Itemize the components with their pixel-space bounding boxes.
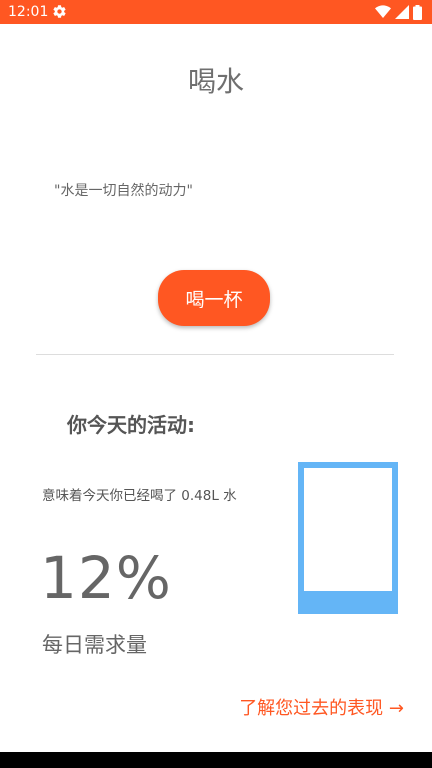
intake-summary: 意味着今天你已经喝了 0.48L 水	[42, 488, 237, 504]
history-link[interactable]: 了解您过去的表现 →	[239, 696, 404, 722]
quote-text: "水是一切自然的动力"	[54, 183, 193, 199]
battery-icon	[413, 4, 422, 20]
navigation-bar	[0, 752, 432, 768]
status-time: 12:01	[8, 4, 49, 20]
status-icons	[375, 4, 422, 20]
water-glass-progress	[298, 462, 398, 614]
signal-icon	[395, 5, 409, 19]
app-screen: 12:01 喝水 "水是一切自然的动力" 喝一杯 你今天的活动: 意味着今天你已…	[0, 0, 432, 768]
daily-requirement-label: 每日需求量	[42, 633, 147, 657]
activity-heading: 你今天的活动:	[67, 413, 195, 437]
wifi-icon	[375, 5, 391, 18]
settings-icon	[53, 5, 66, 18]
status-bar: 12:01	[0, 0, 432, 24]
daily-percent: 12%	[40, 544, 172, 612]
divider	[36, 354, 394, 355]
drink-cup-button[interactable]: 喝一杯	[158, 270, 270, 326]
page-title: 喝水	[187, 65, 244, 98]
water-level-fill	[304, 591, 392, 608]
